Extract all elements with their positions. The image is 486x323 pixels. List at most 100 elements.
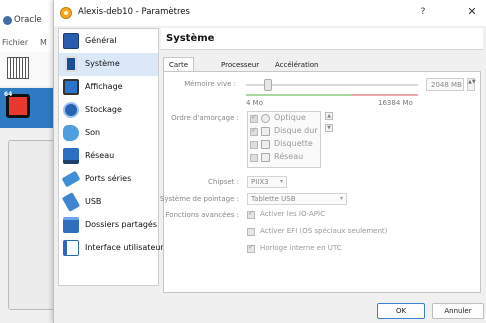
sidebar-item-display[interactable]: Affichage bbox=[59, 76, 158, 99]
network-boot-icon bbox=[261, 153, 270, 162]
boot-item-label: Réseau bbox=[274, 152, 304, 161]
menu-fichier[interactable]: Fichier bbox=[2, 38, 28, 47]
display-icon bbox=[63, 79, 79, 95]
background-details-panel bbox=[8, 140, 56, 310]
boot-item-label: Disquette bbox=[274, 139, 313, 148]
advanced-features-label: Fonctions avancées : bbox=[165, 211, 239, 219]
memory-value-field[interactable]: 2048 MB bbox=[426, 78, 464, 91]
sidebar-item-serial-ports[interactable]: Ports séries bbox=[59, 168, 158, 191]
memory-max-label: 16384 Mo bbox=[378, 99, 413, 107]
utc-clock-label: Horloge interne en UTC bbox=[260, 244, 342, 252]
sidebar-item-label: Réseau bbox=[85, 151, 115, 160]
general-icon bbox=[63, 33, 79, 49]
background-titlebar: Oracle bbox=[0, 0, 60, 34]
tab-motherboard[interactable]: Carte mère bbox=[163, 57, 195, 77]
memory-label: Mémoire vive : bbox=[184, 80, 236, 88]
tab-processor[interactable]: Processeur bbox=[215, 57, 265, 72]
background-title: Oracle bbox=[14, 15, 42, 25]
settings-gear-icon bbox=[60, 7, 72, 19]
boot-order-label: Ordre d'amorçage : bbox=[171, 114, 239, 122]
chipset-value: PIIX3 bbox=[251, 178, 269, 186]
boot-checkbox[interactable] bbox=[250, 126, 258, 136]
tools-icon bbox=[7, 57, 29, 79]
sidebar-item-shared-folders[interactable]: Dossiers partagés bbox=[59, 214, 158, 237]
boot-checkbox[interactable] bbox=[250, 141, 258, 149]
ok-button[interactable]: OK bbox=[377, 303, 425, 319]
settings-dialog: Alexis-deb10 - Paramètres ? ✕ Général Sy… bbox=[53, 0, 486, 323]
sound-icon bbox=[63, 125, 79, 141]
boot-checkbox[interactable] bbox=[250, 154, 258, 162]
network-icon bbox=[63, 148, 79, 164]
system-icon bbox=[65, 56, 77, 72]
sidebar-item-system[interactable]: Système bbox=[59, 53, 158, 76]
sidebar-item-label: USB bbox=[85, 197, 102, 206]
sidebar-item-label: Affichage bbox=[85, 82, 123, 91]
settings-content: Système Carte mère Processeur Accélérati… bbox=[159, 28, 483, 293]
memory-safe-range bbox=[246, 94, 351, 96]
dialog-footer: OK Annuler bbox=[54, 296, 486, 323]
chipset-select[interactable]: PIIX3 ▾ bbox=[247, 176, 287, 188]
boot-item-network[interactable]: Réseau bbox=[250, 152, 320, 164]
help-button[interactable]: ? bbox=[416, 5, 430, 19]
sidebar-item-label: Interface utilisateur bbox=[85, 243, 164, 252]
chipset-label: Chipset : bbox=[208, 178, 239, 186]
memory-slider[interactable] bbox=[246, 79, 418, 96]
usb-icon bbox=[61, 192, 81, 212]
boot-item-label: Optique bbox=[274, 113, 306, 122]
boot-item-floppy[interactable]: Disquette bbox=[250, 139, 320, 151]
memory-slider-track bbox=[246, 84, 418, 86]
pointing-device-label: Système de pointage : bbox=[159, 195, 239, 203]
chevron-down-icon: ▾ bbox=[339, 195, 343, 202]
sidebar-item-sound[interactable]: Son bbox=[59, 122, 158, 145]
efi-checkbox[interactable] bbox=[247, 228, 255, 236]
sidebar-item-label: Stockage bbox=[85, 105, 122, 114]
dialog-title: Alexis-deb10 - Paramètres bbox=[78, 7, 190, 17]
settings-sidebar: Général Système Affichage Stockage Son R… bbox=[58, 28, 164, 286]
sidebar-item-label: Ports séries bbox=[85, 174, 132, 183]
background-vm-item[interactable]: 64 bbox=[0, 88, 60, 128]
boot-order-list: Optique Disque dur Disquette Réseau bbox=[247, 111, 321, 168]
utc-clock-checkbox[interactable] bbox=[247, 243, 255, 253]
boot-item-hard-disk[interactable]: Disque dur bbox=[250, 126, 320, 138]
vm-64bit-badge: 64 bbox=[4, 91, 13, 98]
sidebar-item-label: Dossiers partagés bbox=[85, 220, 158, 229]
sidebar-item-general[interactable]: Général bbox=[59, 30, 158, 53]
floppy-icon bbox=[261, 140, 270, 149]
serial-ports-icon bbox=[61, 170, 81, 188]
cancel-button[interactable]: Annuler bbox=[432, 303, 484, 319]
efi-label: Activer EFI (OS spéciaux seulement) bbox=[260, 227, 388, 235]
boot-item-optical[interactable]: Optique bbox=[250, 113, 320, 125]
hard-disk-icon bbox=[261, 127, 270, 136]
chevron-down-icon: ▾ bbox=[279, 178, 283, 185]
background-manager-window: Oracle Fichier M 64 bbox=[0, 0, 60, 323]
close-button[interactable]: ✕ bbox=[465, 5, 479, 19]
memory-spin-button[interactable]: ▲▼ bbox=[467, 78, 476, 91]
sidebar-item-network[interactable]: Réseau bbox=[59, 145, 158, 168]
tab-acceleration[interactable]: Accélération bbox=[269, 57, 325, 72]
memory-unsafe-range bbox=[351, 94, 418, 96]
boot-move-up-button[interactable]: ▲ bbox=[325, 112, 333, 120]
optical-disc-icon bbox=[261, 114, 270, 123]
memory-min-label: 4 Mo bbox=[246, 99, 264, 107]
sidebar-item-storage[interactable]: Stockage bbox=[59, 99, 158, 122]
virtualbox-logo-icon bbox=[3, 16, 12, 25]
sidebar-item-label: Son bbox=[85, 128, 101, 137]
menu-machine[interactable]: M bbox=[40, 38, 47, 47]
motherboard-panel: Mémoire vive : 4 Mo 16384 Mo 2048 MB ▲▼ … bbox=[159, 71, 481, 293]
sidebar-item-label: Système bbox=[85, 59, 120, 68]
sidebar-item-user-interface[interactable]: Interface utilisateur bbox=[59, 237, 164, 260]
background-menubar: Fichier M bbox=[0, 34, 60, 52]
memory-slider-handle[interactable] bbox=[263, 79, 272, 91]
boot-move-down-button[interactable]: ▼ bbox=[325, 124, 333, 132]
sidebar-item-usb[interactable]: USB bbox=[59, 191, 158, 214]
sidebar-item-label: Général bbox=[85, 36, 117, 45]
boot-item-label: Disque dur bbox=[274, 126, 318, 135]
pointing-device-select[interactable]: Tablette USB ▾ bbox=[247, 193, 347, 205]
background-tools-item[interactable] bbox=[0, 52, 60, 86]
ioapic-label: Activer les IO-APIC bbox=[260, 210, 325, 218]
storage-icon bbox=[63, 102, 79, 118]
ioapic-checkbox[interactable] bbox=[247, 209, 255, 219]
pointing-device-value: Tablette USB bbox=[251, 195, 296, 203]
shared-folders-icon bbox=[63, 217, 79, 233]
boot-checkbox[interactable] bbox=[250, 113, 258, 123]
